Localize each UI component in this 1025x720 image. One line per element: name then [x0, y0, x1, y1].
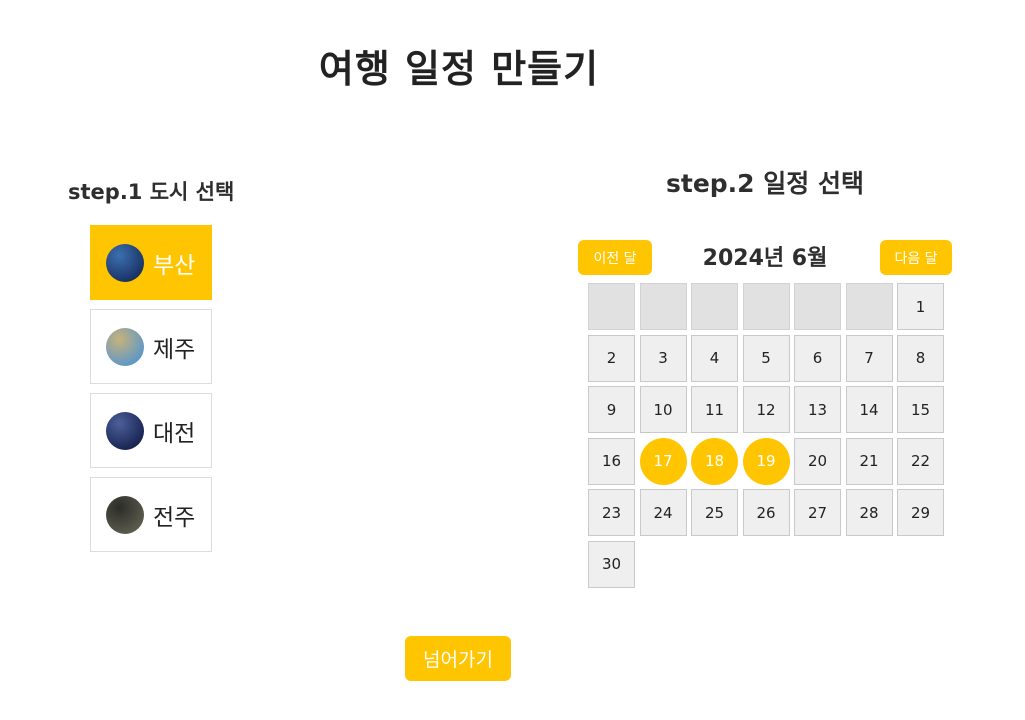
city-name: 전주 — [153, 504, 196, 531]
month-title: 2024년 6월 — [702, 246, 828, 271]
calendar-day-16[interactable]: 16 — [588, 437, 635, 485]
city-name: 대전 — [153, 420, 196, 447]
calendar-empty-cell — [742, 283, 790, 330]
calendar-day-21[interactable]: 21 — [845, 437, 893, 485]
calendar-day-30[interactable]: 30 — [588, 540, 635, 588]
calendar-day-28[interactable]: 28 — [845, 489, 893, 536]
calendar-day-23[interactable]: 23 — [588, 489, 635, 536]
calendar-day-12[interactable]: 12 — [742, 386, 790, 433]
calendar-day-17[interactable]: 17 — [639, 437, 687, 485]
calendar-day-8[interactable]: 8 — [897, 334, 944, 382]
calendar-day-20[interactable]: 20 — [794, 437, 841, 485]
calendar-day-3[interactable]: 3 — [639, 334, 687, 382]
jeonju-thumbnail — [106, 495, 144, 534]
page-title: 여행 일정 만들기 — [318, 47, 600, 91]
calendar-day-18[interactable]: 18 — [691, 437, 738, 485]
calendar-day-27[interactable]: 27 — [794, 489, 841, 536]
calendar-day-24[interactable]: 24 — [639, 489, 687, 536]
city-name: 제주 — [153, 336, 196, 363]
city-name: 부산 — [153, 252, 196, 279]
city-option-jeju[interactable]: 제주 — [90, 309, 212, 384]
proceed-button[interactable]: 넘어가기 — [405, 636, 511, 681]
step1-heading: step.1 도시 선택 — [68, 180, 235, 204]
calendar-grid: 1 2 3 4 5 6 7 8 9 10 11 12 13 14 15 16 17 18 19 20 21 22 23 24 2… — [588, 283, 944, 588]
prev-month-button[interactable]: 이전 달 — [578, 240, 652, 275]
daejeon-thumbnail — [106, 411, 144, 450]
calendar-day-7[interactable]: 7 — [845, 334, 893, 382]
calendar-empty-cell — [845, 283, 893, 330]
city-option-jeonju[interactable]: 전주 — [90, 477, 212, 552]
busan-thumbnail — [106, 243, 144, 282]
calendar-day-13[interactable]: 13 — [794, 386, 841, 433]
calendar-day-26[interactable]: 26 — [742, 489, 790, 536]
calendar-day-25[interactable]: 25 — [691, 489, 738, 536]
calendar-day-10[interactable]: 10 — [639, 386, 687, 433]
calendar-day-22[interactable]: 22 — [897, 437, 944, 485]
calendar-day-4[interactable]: 4 — [691, 334, 738, 382]
calendar-day-6[interactable]: 6 — [794, 334, 841, 382]
jeju-thumbnail — [106, 327, 144, 366]
city-option-daejeon[interactable]: 대전 — [90, 393, 212, 468]
calendar-day-2[interactable]: 2 — [588, 334, 635, 382]
calendar-empty-cell — [588, 283, 635, 330]
calendar-day-11[interactable]: 11 — [691, 386, 738, 433]
calendar-empty-cell — [691, 283, 738, 330]
calendar-day-19[interactable]: 19 — [742, 437, 790, 485]
calendar-empty-cell — [639, 283, 687, 330]
calendar-day-29[interactable]: 29 — [897, 489, 944, 536]
calendar-empty-cell — [794, 283, 841, 330]
calendar-day-5[interactable]: 5 — [742, 334, 790, 382]
calendar-day-9[interactable]: 9 — [588, 386, 635, 433]
city-list: 부산 제주 대전 전주 — [90, 225, 212, 561]
next-month-button[interactable]: 다음 달 — [880, 240, 952, 275]
calendar-day-1[interactable]: 1 — [897, 283, 944, 330]
step2-heading: step.2 일정 선택 — [666, 169, 864, 198]
city-option-busan[interactable]: 부산 — [90, 225, 212, 300]
calendar-day-15[interactable]: 15 — [897, 386, 944, 433]
calendar-day-14[interactable]: 14 — [845, 386, 893, 433]
